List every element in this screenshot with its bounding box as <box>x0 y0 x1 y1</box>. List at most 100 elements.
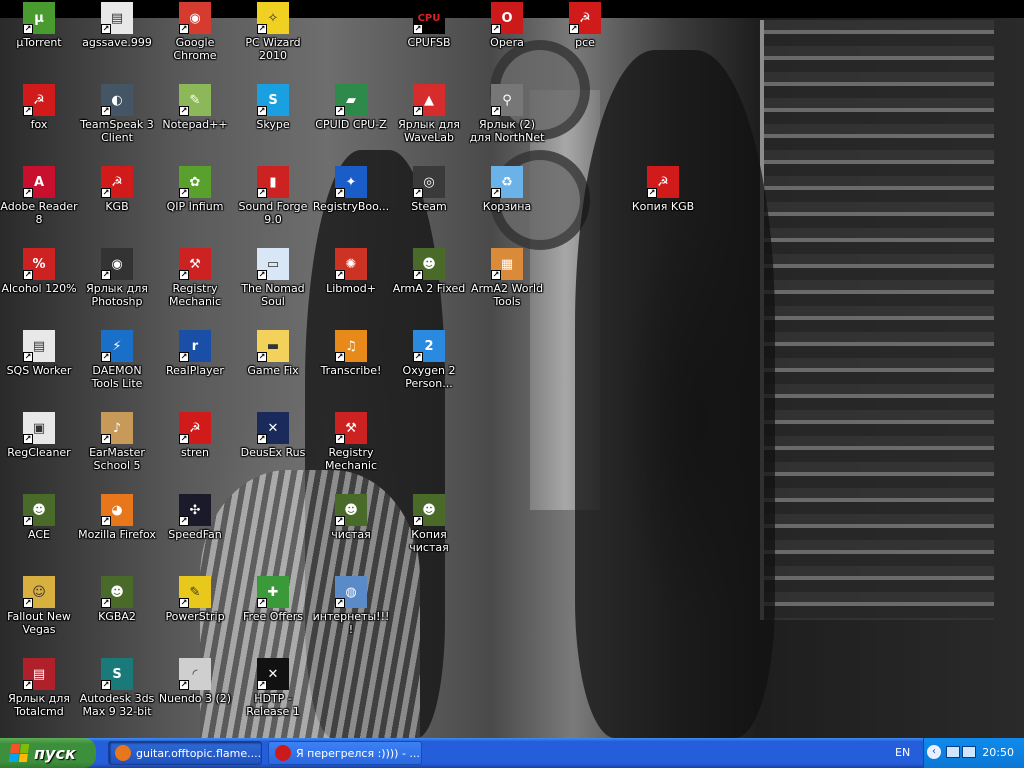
desktop-shortcut-label: agssave.999 <box>82 36 152 49</box>
desktop-shortcut[interactable]: S ↗ Autodesk 3ds Max 9 32-bit <box>78 658 156 718</box>
shortcut-arrow-icon: ↗ <box>491 188 501 198</box>
desktop-shortcut[interactable]: ✺ ↗ Libmod+ <box>312 248 390 295</box>
desktop-shortcut[interactable]: ♻ ↗ Корзина <box>468 166 546 213</box>
desktop-shortcut-label: The Nomad Soul <box>241 282 305 308</box>
desktop-shortcut[interactable]: ⚒ ↗ Registry Mechanic <box>312 412 390 472</box>
network-icon[interactable] <box>946 746 960 758</box>
desktop-shortcut[interactable]: ◕ ↗ Mozilla Firefox <box>78 494 156 541</box>
desktop-shortcut[interactable]: ▣ ↗ RegCleaner <box>0 412 78 459</box>
desktop-shortcut-label: RealPlayer <box>166 364 224 377</box>
desktop-shortcut[interactable]: ✕ ↗ HDTP - Release 1 <box>234 658 312 718</box>
desktop-shortcut[interactable]: O ↗ Opera <box>468 2 546 49</box>
desktop-shortcut-label: Ярлык для Photoshp <box>86 282 148 308</box>
desktop-shortcut[interactable]: r ↗ RealPlayer <box>156 330 234 377</box>
desktop-shortcut[interactable]: ☻ ↗ ACE <box>0 494 78 541</box>
desktop-shortcut-label: Registry Mechanic <box>324 446 378 472</box>
libmod-icon: ✺ ↗ <box>335 248 367 280</box>
desktop-shortcut[interactable]: ▭ ↗ The Nomad Soul <box>234 248 312 308</box>
desktop-shortcut[interactable]: ☭ ↗ pce <box>546 2 624 49</box>
desktop-shortcut[interactable]: S ↗ Skype <box>234 84 312 131</box>
desktop-shortcut[interactable]: ⚒ ↗ Registry Mechanic <box>156 248 234 308</box>
shortcut-arrow-icon: ↗ <box>179 352 189 362</box>
desktop-shortcut[interactable]: ♫ ↗ Transcribe! <box>312 330 390 377</box>
taskbar: пуск guitar.offtopic.flame.... Я перегре… <box>0 738 1024 768</box>
desktop-shortcut[interactable]: ☭ ↗ Копия KGB <box>624 166 702 213</box>
desktop-shortcut[interactable]: ☭ ↗ fox <box>0 84 78 131</box>
desktop-shortcut[interactable]: ☭ ↗ stren <box>156 412 234 459</box>
desktop-shortcut[interactable]: 2 ↗ Oxygen 2 Person... <box>390 330 468 390</box>
taskbar-button-firefox[interactable]: guitar.offtopic.flame.... <box>108 741 262 765</box>
desktop-shortcut[interactable]: CPU ↗ CPUFSB <box>390 2 468 49</box>
desktop-shortcut[interactable]: ✎ ↗ Notepad++ <box>156 84 234 131</box>
cpuz-icon: ▰ ↗ <box>335 84 367 116</box>
hammer-sickle-icon: ☭ ↗ <box>101 166 133 198</box>
desktop-shortcut[interactable]: ◎ ↗ Steam <box>390 166 468 213</box>
desktop-shortcut-label: Alcohol 120% <box>1 282 77 295</box>
desktop-shortcut[interactable]: ▦ ↗ ArmA2 World Tools <box>468 248 546 308</box>
desktop-shortcut[interactable]: ✚ ↗ Free Offers <box>234 576 312 623</box>
desktop-shortcut-label: Mozilla Firefox <box>78 528 156 541</box>
desktop-shortcut-label: HDTP - Release 1 <box>246 692 300 718</box>
desktop-shortcut[interactable]: ◉ ↗ Ярлык для Photoshp <box>78 248 156 308</box>
registry-mechanic-icon: ⚒ ↗ <box>179 248 211 280</box>
shortcut-arrow-icon: ↗ <box>335 106 345 116</box>
desktop-shortcut-label: TeamSpeak 3 Client <box>80 118 154 144</box>
earmaster-icon: ♪ ↗ <box>101 412 133 444</box>
shortcut-arrow-icon: ↗ <box>335 516 345 526</box>
desktop-shortcut[interactable]: ▬ ↗ Game Fix <box>234 330 312 377</box>
desktop-shortcut-label: µTorrent <box>16 36 62 49</box>
desktop-shortcut[interactable]: ✦ ↗ RegistryBoo... <box>312 166 390 213</box>
desktop-shortcut-label: EarMaster School 5 <box>89 446 145 472</box>
desktop-shortcut[interactable]: ♪ ↗ EarMaster School 5 <box>78 412 156 472</box>
desktop-shortcut[interactable]: ✧ ↗ PC Wizard 2010 <box>234 2 312 62</box>
deusex-icon: ✕ ↗ <box>257 412 289 444</box>
desktop-shortcut[interactable]: ☻ ↗ чистая <box>312 494 390 541</box>
desktop-shortcut[interactable]: ▮ ↗ Sound Forge 9.0 <box>234 166 312 226</box>
desktop-shortcut[interactable]: ☺ ↗ Fallout New Vegas <box>0 576 78 636</box>
desktop-shortcut[interactable]: ☻ ↗ ArmA 2 Fixed <box>390 248 468 295</box>
system-tray: ‹ 20:50 <box>923 738 1024 768</box>
desktop-shortcut-label: Notepad++ <box>162 118 228 131</box>
desktop-shortcut[interactable]: ◜ ↗ Nuendo 3 (2) <box>156 658 234 705</box>
desktop-shortcut[interactable]: ▰ ↗ CPUID CPU-Z <box>312 84 390 131</box>
desktop-shortcut[interactable]: ▤ ↗ Ярлык для Totalcmd <box>0 658 78 718</box>
arma-icon: ☻ ↗ <box>335 494 367 526</box>
pc-wizard-icon: ✧ ↗ <box>257 2 289 34</box>
network-icon[interactable] <box>962 746 976 758</box>
shortcut-arrow-icon: ↗ <box>23 434 33 444</box>
desktop-shortcut[interactable]: ◉ ↗ Google Chrome <box>156 2 234 62</box>
desktop-shortcut[interactable]: ☻ ↗ KGBA2 <box>78 576 156 623</box>
desktop-shortcut-label: QIP Infium <box>166 200 224 213</box>
desktop-shortcut[interactable]: ☻ ↗ Копия чистая <box>390 494 468 554</box>
desktop-shortcut[interactable]: ▤ ↗ agssave.999 <box>78 2 156 49</box>
tray-expand-icon[interactable]: ‹ <box>927 745 941 759</box>
desktop-shortcut[interactable]: ✣ ↗ SpeedFan <box>156 494 234 541</box>
desktop-shortcut[interactable]: A ↗ Adobe Reader 8 <box>0 166 78 226</box>
desktop-shortcut[interactable]: ◍ ↗ интернеты!!!! <box>312 576 390 636</box>
desktop-shortcut[interactable]: % ↗ Alcohol 120% <box>0 248 78 295</box>
desktop-shortcut[interactable]: ✎ ↗ PowerStrip <box>156 576 234 623</box>
desktop-shortcut[interactable]: ⚡ ↗ DAEMON Tools Lite <box>78 330 156 390</box>
taskbar-button-opera[interactable]: Я перегрелся :)))) - ... <box>268 741 422 765</box>
clock[interactable]: 20:50 <box>982 746 1014 759</box>
desktop-shortcut[interactable]: ✕ ↗ DeusEx Rus <box>234 412 312 459</box>
language-indicator[interactable]: EN <box>895 746 910 759</box>
desktop-shortcut[interactable]: ◐ ↗ TeamSpeak 3 Client <box>78 84 156 144</box>
start-button[interactable]: пуск <box>0 738 96 768</box>
desktop-shortcut[interactable]: ▲ ↗ Ярлык для WaveLab <box>390 84 468 144</box>
adobe-reader-icon: A ↗ <box>23 166 55 198</box>
desktop-shortcut-label: Fallout New Vegas <box>7 610 71 636</box>
sound-forge-icon: ▮ ↗ <box>257 166 289 198</box>
desktop-shortcut-label: pce <box>575 36 595 49</box>
desktop-shortcut-label: RegistryBoo... <box>312 200 390 213</box>
desktop-shortcut[interactable]: µ ↗ µTorrent <box>0 2 78 49</box>
window-icon: ▭ ↗ <box>257 248 289 280</box>
desktop-shortcut[interactable]: ✿ ↗ QIP Infium <box>156 166 234 213</box>
desktop-shortcut[interactable]: ▤ ↗ SQS Worker <box>0 330 78 377</box>
shortcut-arrow-icon: ↗ <box>569 24 579 34</box>
desktop-shortcut-label: SQS Worker <box>6 364 72 377</box>
shortcut-arrow-icon: ↗ <box>335 188 345 198</box>
desktop-shortcut[interactable]: ⚲ ↗ Ярлык (2) для NorthNet <box>468 84 546 144</box>
desktop-shortcut[interactable]: ☭ ↗ KGB <box>78 166 156 213</box>
desktop-shortcut-label: Nuendo 3 (2) <box>158 692 232 705</box>
